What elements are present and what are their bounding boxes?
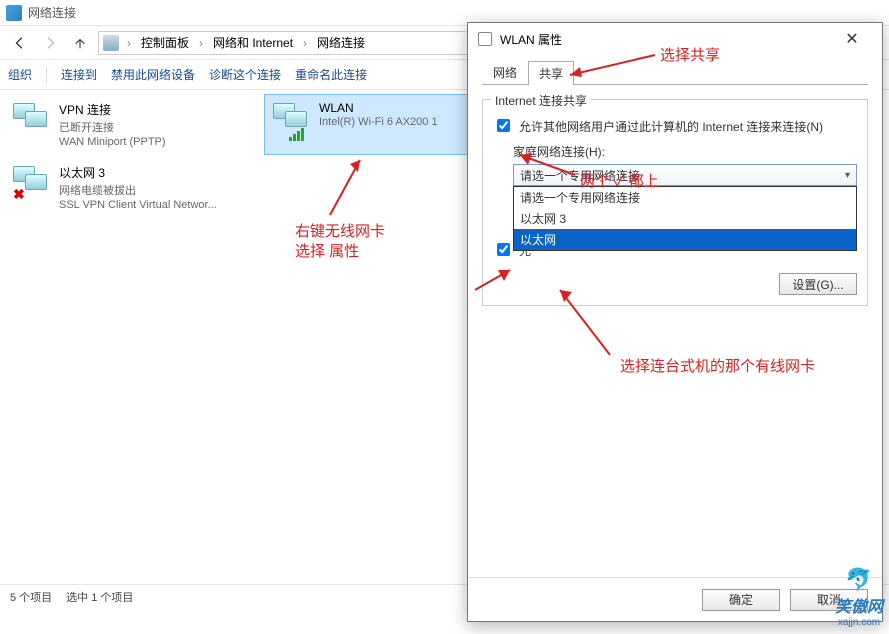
- close-icon: ✕: [845, 29, 858, 49]
- back-button[interactable]: [8, 31, 32, 55]
- tab-sharing[interactable]: 共享: [528, 61, 574, 85]
- allow-sharing-label: 允许其他网络用户通过此计算机的 Internet 连接来连接(N): [519, 118, 823, 135]
- dropdown-option-highlighted[interactable]: 以太网: [514, 229, 856, 250]
- watermark-url: xajjn.com: [838, 617, 880, 628]
- up-button[interactable]: [68, 31, 92, 55]
- cmd-disable[interactable]: 禁用此网络设备: [111, 66, 195, 83]
- connection-device: SSL VPN Client Virtual Networ...: [59, 199, 217, 211]
- connection-name: WLAN: [319, 101, 438, 115]
- dialog-title: WLAN 属性: [500, 31, 824, 48]
- connection-status: 网络电缆被拔出: [59, 182, 217, 198]
- connection-icon: [11, 101, 51, 141]
- tab-network[interactable]: 网络: [482, 60, 528, 84]
- select-value: 请选一个专用网络连接: [520, 167, 640, 184]
- ok-button[interactable]: 确定: [702, 589, 780, 611]
- ics-group-legend: Internet 连接共享: [491, 92, 591, 109]
- chevron-down-icon: ▾: [845, 170, 850, 181]
- status-item-count: 5 个项目: [10, 589, 52, 605]
- dialog-titlebar[interactable]: WLAN 属性 ✕: [468, 23, 882, 55]
- ics-group: Internet 连接共享 允许其他网络用户通过此计算机的 Internet 连…: [482, 99, 868, 306]
- connection-item-vpn[interactable]: VPN 连接 已断开连接 WAN Miniport (PPTP): [4, 94, 264, 155]
- chevron-right-icon[interactable]: ›: [299, 36, 311, 50]
- watermark-name: 笑傲网: [835, 593, 883, 617]
- connection-icon: ✖: [11, 164, 51, 204]
- control-panel-icon: [103, 35, 119, 51]
- wlan-properties-dialog: WLAN 属性 ✕ 网络 共享 Internet 连接共享 允许其他网络用户通过…: [467, 22, 883, 622]
- window-title: 网络连接: [28, 4, 76, 21]
- crumb-control-panel[interactable]: 控制面板: [139, 34, 191, 51]
- allow-control-checkbox[interactable]: [497, 243, 510, 256]
- wifi-signal-icon: [289, 128, 304, 141]
- dialog-footer: 确定 取消: [468, 577, 882, 621]
- dropdown-option[interactable]: 以太网 3: [514, 208, 856, 229]
- home-network-dropdown: 请选一个专用网络连接 以太网 3 以太网: [513, 186, 857, 251]
- connection-icon: [271, 101, 311, 141]
- cmd-organize[interactable]: 组织: [8, 66, 32, 83]
- connection-name: 以太网 3: [59, 164, 217, 181]
- allow-sharing-checkbox[interactable]: [497, 119, 510, 132]
- wifi-icon: [478, 32, 492, 46]
- network-icon: [6, 5, 22, 21]
- disconnected-icon: ✖: [13, 186, 25, 203]
- home-network-select[interactable]: 请选一个专用网络连接 ▾: [513, 164, 857, 186]
- fish-icon: 🐬: [845, 567, 872, 593]
- arrow-left-icon: [13, 36, 27, 50]
- cmd-rename[interactable]: 重命名此连接: [295, 66, 367, 83]
- chevron-right-icon[interactable]: ›: [123, 36, 135, 50]
- cmd-connect[interactable]: 连接到: [61, 66, 97, 83]
- home-network-label: 家庭网络连接(H):: [513, 143, 857, 160]
- status-selected-count: 选中 1 个项目: [66, 589, 133, 605]
- arrow-right-icon: [43, 36, 57, 50]
- arrow-up-icon: [73, 36, 87, 50]
- crumb-network-connections[interactable]: 网络连接: [315, 34, 367, 51]
- dialog-tabs: 网络 共享: [482, 61, 868, 85]
- chevron-right-icon[interactable]: ›: [195, 36, 207, 50]
- connection-status: 已断开连接: [59, 119, 166, 135]
- connection-name: VPN 连接: [59, 101, 166, 118]
- connection-device: Intel(R) Wi-Fi 6 AX200 1: [319, 116, 438, 128]
- crumb-network-internet[interactable]: 网络和 Internet: [211, 34, 295, 51]
- connection-device: WAN Miniport (PPTP): [59, 136, 166, 148]
- watermark: 🐬 笑傲网 xajjn.com: [835, 567, 883, 628]
- connection-item-ethernet3[interactable]: ✖ 以太网 3 网络电缆被拔出 SSL VPN Client Virtual N…: [4, 157, 264, 218]
- settings-button[interactable]: 设置(G)...: [779, 273, 857, 295]
- cmd-diagnose[interactable]: 诊断这个连接: [209, 66, 281, 83]
- forward-button[interactable]: [38, 31, 62, 55]
- close-button[interactable]: ✕: [832, 25, 872, 53]
- dropdown-option[interactable]: 请选一个专用网络连接: [514, 187, 856, 208]
